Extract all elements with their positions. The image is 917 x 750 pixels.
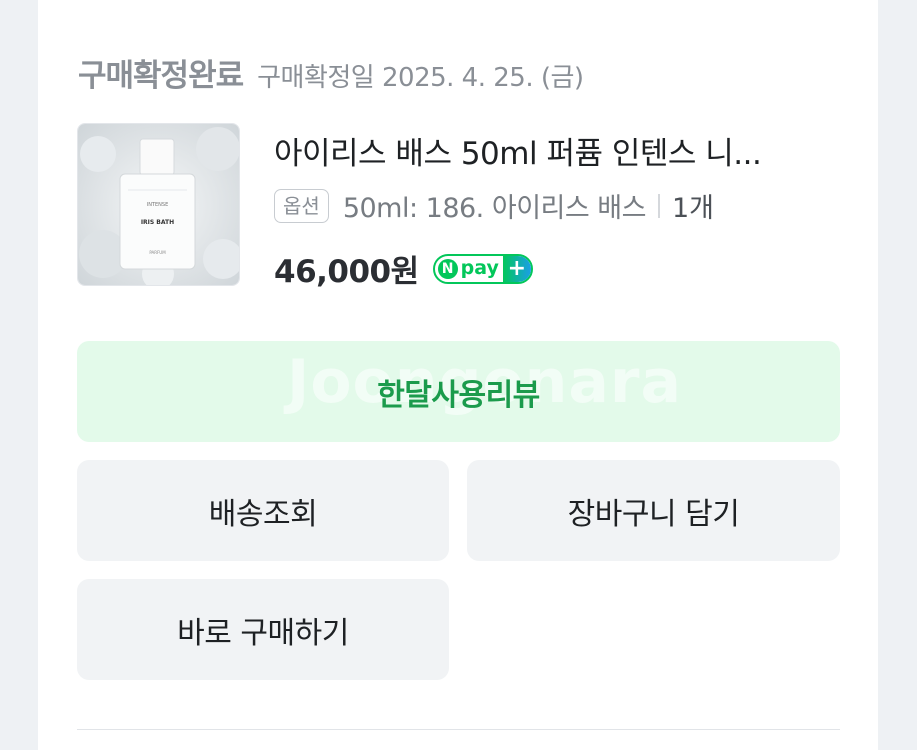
product-thumbnail[interactable]: INTENSE IRIS BATH PARFUM: [77, 123, 240, 286]
image-label-text: IRIS BATH: [141, 219, 174, 226]
option-badge: 옵션: [274, 188, 329, 223]
image-sub-text: PARFUM: [149, 250, 166, 255]
order-status-title: 구매확정완료: [78, 58, 244, 94]
order-card: 구매확정완료 구매확정일 2025. 4. 25. (금) INTENSE IR…: [38, 0, 878, 750]
add-to-cart-button[interactable]: 장바구니 담기: [467, 460, 840, 561]
section-divider: [77, 729, 840, 730]
order-status-row: 구매확정완료 구매확정일 2025. 4. 25. (금): [78, 50, 584, 95]
option-row: 옵션 50ml: 186. 아이리스 배스 1개: [274, 186, 714, 225]
monthly-review-label: 한달사용리뷰: [377, 377, 540, 413]
option-value: 50ml: 186. 아이리스 배스: [342, 193, 647, 224]
plus-icon: +: [502, 255, 531, 282]
perfume-image: INTENSE IRIS BATH PARFUM: [78, 124, 239, 285]
option-separator: [657, 193, 660, 218]
track-delivery-button[interactable]: 배송조회: [77, 460, 449, 561]
image-brand-text: INTENSE: [147, 202, 169, 208]
product-name[interactable]: 아이리스 배스 50ml 퍼퓸 인텐스 니...: [274, 128, 834, 173]
npay-n-icon: N: [437, 258, 458, 279]
option-quantity: 1개: [671, 193, 715, 224]
monthly-review-button[interactable]: Joongonara 한달사용리뷰: [77, 341, 840, 442]
buy-now-button[interactable]: 바로 구매하기: [77, 579, 449, 680]
npay-pay-text: pay: [460, 256, 499, 279]
price-row: 46,000원 N pay +: [274, 246, 533, 291]
product-price: 46,000원: [274, 254, 419, 290]
confirm-date: 구매확정일 2025. 4. 25. (금): [257, 63, 584, 93]
npay-plus-badge: N pay +: [432, 253, 533, 284]
